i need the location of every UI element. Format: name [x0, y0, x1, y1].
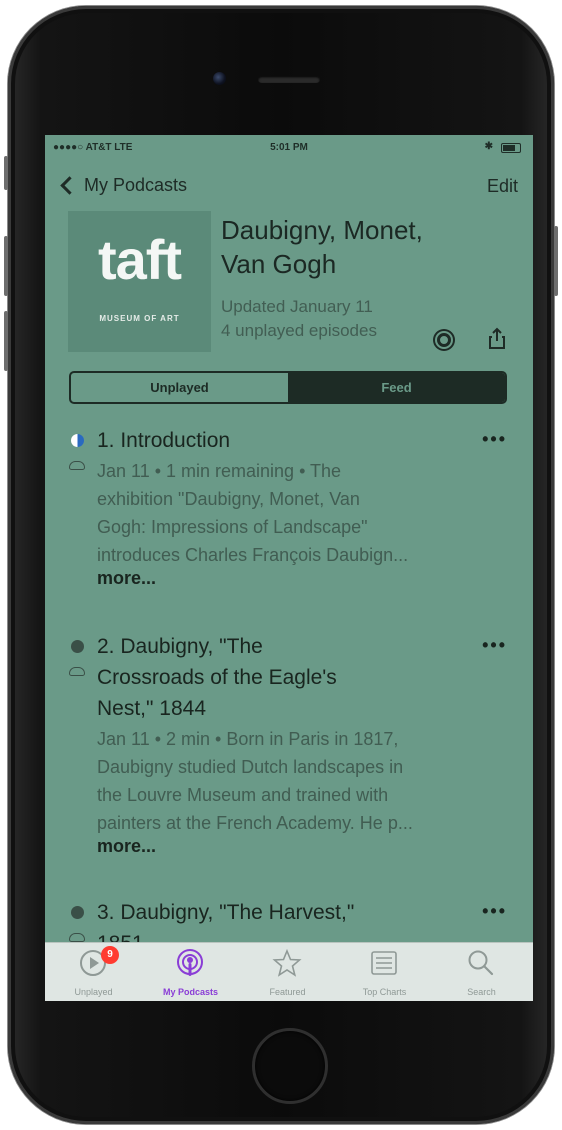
segment-unplayed[interactable]: Unplayed: [71, 373, 288, 402]
tab-bar: 9 Unplayed My Podcasts Featured Top Char…: [45, 942, 533, 1001]
podcast-title-line-2: Van Gogh: [221, 249, 337, 279]
desc-line: Gogh: Impressions of Landscape": [97, 517, 368, 537]
episode-title: 1. Introduction: [97, 429, 231, 452]
list-icon: [371, 951, 397, 975]
title-line: 2. Daubigny, "The: [97, 635, 263, 658]
back-label: My Podcasts: [84, 175, 188, 195]
cloud-download-icon[interactable]: [69, 933, 85, 942]
episode-more-menu[interactable]: •••: [482, 635, 507, 656]
cloud-download-icon[interactable]: [69, 461, 85, 470]
unplayed-dot-icon: [71, 640, 84, 653]
artwork-brand: taft: [97, 228, 182, 291]
screen: ●●●●○ AT&T LTE 5:01 PM ✱ My Podcasts Edi…: [45, 135, 533, 1001]
tab-label: Search: [467, 987, 496, 997]
tab-top-charts[interactable]: Top Charts: [336, 943, 433, 1001]
desc-line: the Louvre Museum and trained with: [97, 785, 389, 805]
status-bar: ●●●●○ AT&T LTE 5:01 PM ✱: [45, 135, 533, 159]
title-line: Crossroads of the Eagle's: [97, 666, 337, 689]
cloud-download-icon[interactable]: [69, 667, 85, 676]
desc-line: Daubigny studied Dutch landscapes in: [97, 757, 404, 777]
episode-filter-segmented-control: Unplayed Feed: [69, 371, 507, 404]
updated-date: Updated January 11: [221, 297, 373, 316]
tab-label: My Podcasts: [162, 987, 219, 997]
settings-gear-icon[interactable]: [437, 333, 451, 347]
desc-line: exhibition "Daubigny, Monet, Van: [97, 489, 360, 509]
tab-unplayed[interactable]: 9 Unplayed: [45, 943, 142, 1001]
back-button[interactable]: My Podcasts: [59, 175, 187, 196]
chevron-left-icon: [60, 176, 79, 195]
volume-down-button: [4, 311, 8, 371]
front-camera: [213, 72, 226, 85]
podcast-meta: Updated January 11 4 unplayed episodes: [221, 295, 377, 343]
search-icon: [468, 950, 494, 976]
tab-search[interactable]: Search: [433, 943, 530, 1001]
volume-up-button: [4, 236, 8, 296]
bluetooth-icon: ✱: [484, 141, 493, 152]
edit-button[interactable]: Edit: [487, 176, 518, 197]
desc-line: Jan 11 • 1 min remaining • The: [97, 461, 342, 481]
battery-icon: [501, 143, 521, 153]
podcast-title: Daubigny, Monet, Van Gogh: [221, 213, 521, 281]
desc-line: introduces Charles François Daubign...: [97, 545, 409, 565]
unplayed-dot-icon: [71, 906, 84, 919]
episode-more-link[interactable]: more...: [97, 836, 156, 857]
unplayed-badge: 9: [101, 946, 119, 964]
episode-more-menu[interactable]: •••: [482, 429, 507, 450]
power-button: [554, 226, 558, 296]
podcast-icon: [177, 949, 203, 976]
title-line: 3. Daubigny, "The Harvest,": [97, 901, 355, 924]
unplayed-count: 4 unplayed episodes: [221, 321, 377, 340]
share-icon[interactable]: [489, 327, 505, 349]
episode-description: Jan 11 • 2 min • Born in Paris in 1817, …: [97, 725, 507, 837]
desc-line: painters at the French Academy. He p...: [97, 813, 413, 833]
mute-switch: [4, 156, 8, 190]
segment-feed[interactable]: Feed: [288, 373, 505, 402]
star-icon: [272, 948, 302, 977]
status-time: 5:01 PM: [270, 142, 308, 153]
episode-title: 2. Daubigny, "The Crossroads of the Eagl…: [97, 631, 467, 724]
tab-label: Unplayed: [74, 987, 113, 997]
episode-more-link[interactable]: more...: [97, 568, 156, 589]
tab-label: Featured: [269, 987, 306, 997]
episode-more-menu[interactable]: •••: [482, 901, 507, 922]
tab-my-podcasts[interactable]: My Podcasts: [142, 943, 239, 1001]
tab-label: Top Charts: [362, 987, 407, 997]
title-line: Nest," 1844: [97, 697, 207, 720]
artwork-subtitle: MUSEUM OF ART: [99, 314, 180, 323]
podcast-artwork: taft MUSEUM OF ART: [68, 211, 211, 352]
home-button[interactable]: [252, 1028, 328, 1104]
episode-description: Jan 11 • 1 min remaining • The exhibitio…: [97, 457, 507, 569]
partially-played-icon: [71, 434, 84, 447]
desc-line: Jan 11 • 2 min • Born in Paris in 1817,: [97, 729, 399, 749]
earpiece-speaker: [258, 76, 320, 83]
tab-featured[interactable]: Featured: [239, 943, 336, 1001]
podcast-title-line-1: Daubigny, Monet,: [221, 215, 423, 245]
